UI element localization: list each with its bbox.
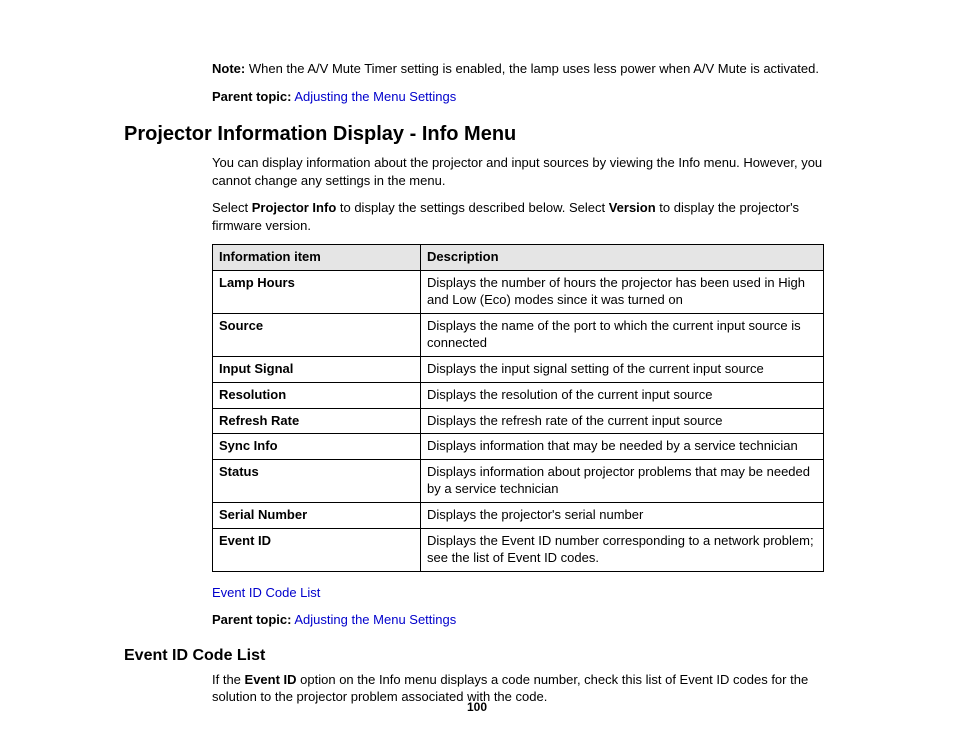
parent-topic-link-1[interactable]: Adjusting the Menu Settings	[294, 89, 456, 104]
event-id-link-line: Event ID Code List	[212, 584, 830, 602]
table-header-item: Information item	[213, 245, 421, 271]
section-body: You can display information about the pr…	[212, 154, 830, 629]
parent-topic-label-2: Parent topic:	[212, 612, 291, 627]
table-row: ResolutionDisplays the resolution of the…	[213, 382, 824, 408]
table-row: Lamp HoursDisplays the number of hours t…	[213, 271, 824, 314]
note-label: Note:	[212, 61, 245, 76]
note-paragraph: Note: When the A/V Mute Timer setting is…	[212, 60, 830, 78]
parent-topic-link-2[interactable]: Adjusting the Menu Settings	[294, 612, 456, 627]
note-block: Note: When the A/V Mute Timer setting is…	[212, 60, 830, 105]
event-id-code-list-link[interactable]: Event ID Code List	[212, 585, 320, 600]
table-row: StatusDisplays information about project…	[213, 460, 824, 503]
intro-paragraph-1: You can display information about the pr…	[212, 154, 830, 189]
subsection-heading: Event ID Code List	[124, 647, 830, 665]
table-row: Sync InfoDisplays information that may b…	[213, 434, 824, 460]
document-page: Note: When the A/V Mute Timer setting is…	[0, 0, 954, 738]
table-row: SourceDisplays the name of the port to w…	[213, 313, 824, 356]
table-row: Event IDDisplays the Event ID number cor…	[213, 528, 824, 571]
parent-topic-line-2: Parent topic: Adjusting the Menu Setting…	[212, 611, 830, 629]
page-number: 100	[0, 700, 954, 714]
section-heading: Projector Information Display - Info Men…	[124, 123, 830, 146]
table-row: Input SignalDisplays the input signal se…	[213, 356, 824, 382]
note-text: When the A/V Mute Timer setting is enabl…	[249, 61, 819, 76]
table-row: Serial NumberDisplays the projector's se…	[213, 503, 824, 529]
parent-topic-line-1: Parent topic: Adjusting the Menu Setting…	[212, 88, 830, 106]
table-header-row: Information item Description	[213, 245, 824, 271]
info-table: Information item Description Lamp HoursD…	[212, 244, 824, 571]
table-row: Refresh RateDisplays the refresh rate of…	[213, 408, 824, 434]
parent-topic-label: Parent topic:	[212, 89, 291, 104]
table-header-desc: Description	[421, 245, 824, 271]
intro-paragraph-2: Select Projector Info to display the set…	[212, 199, 830, 234]
